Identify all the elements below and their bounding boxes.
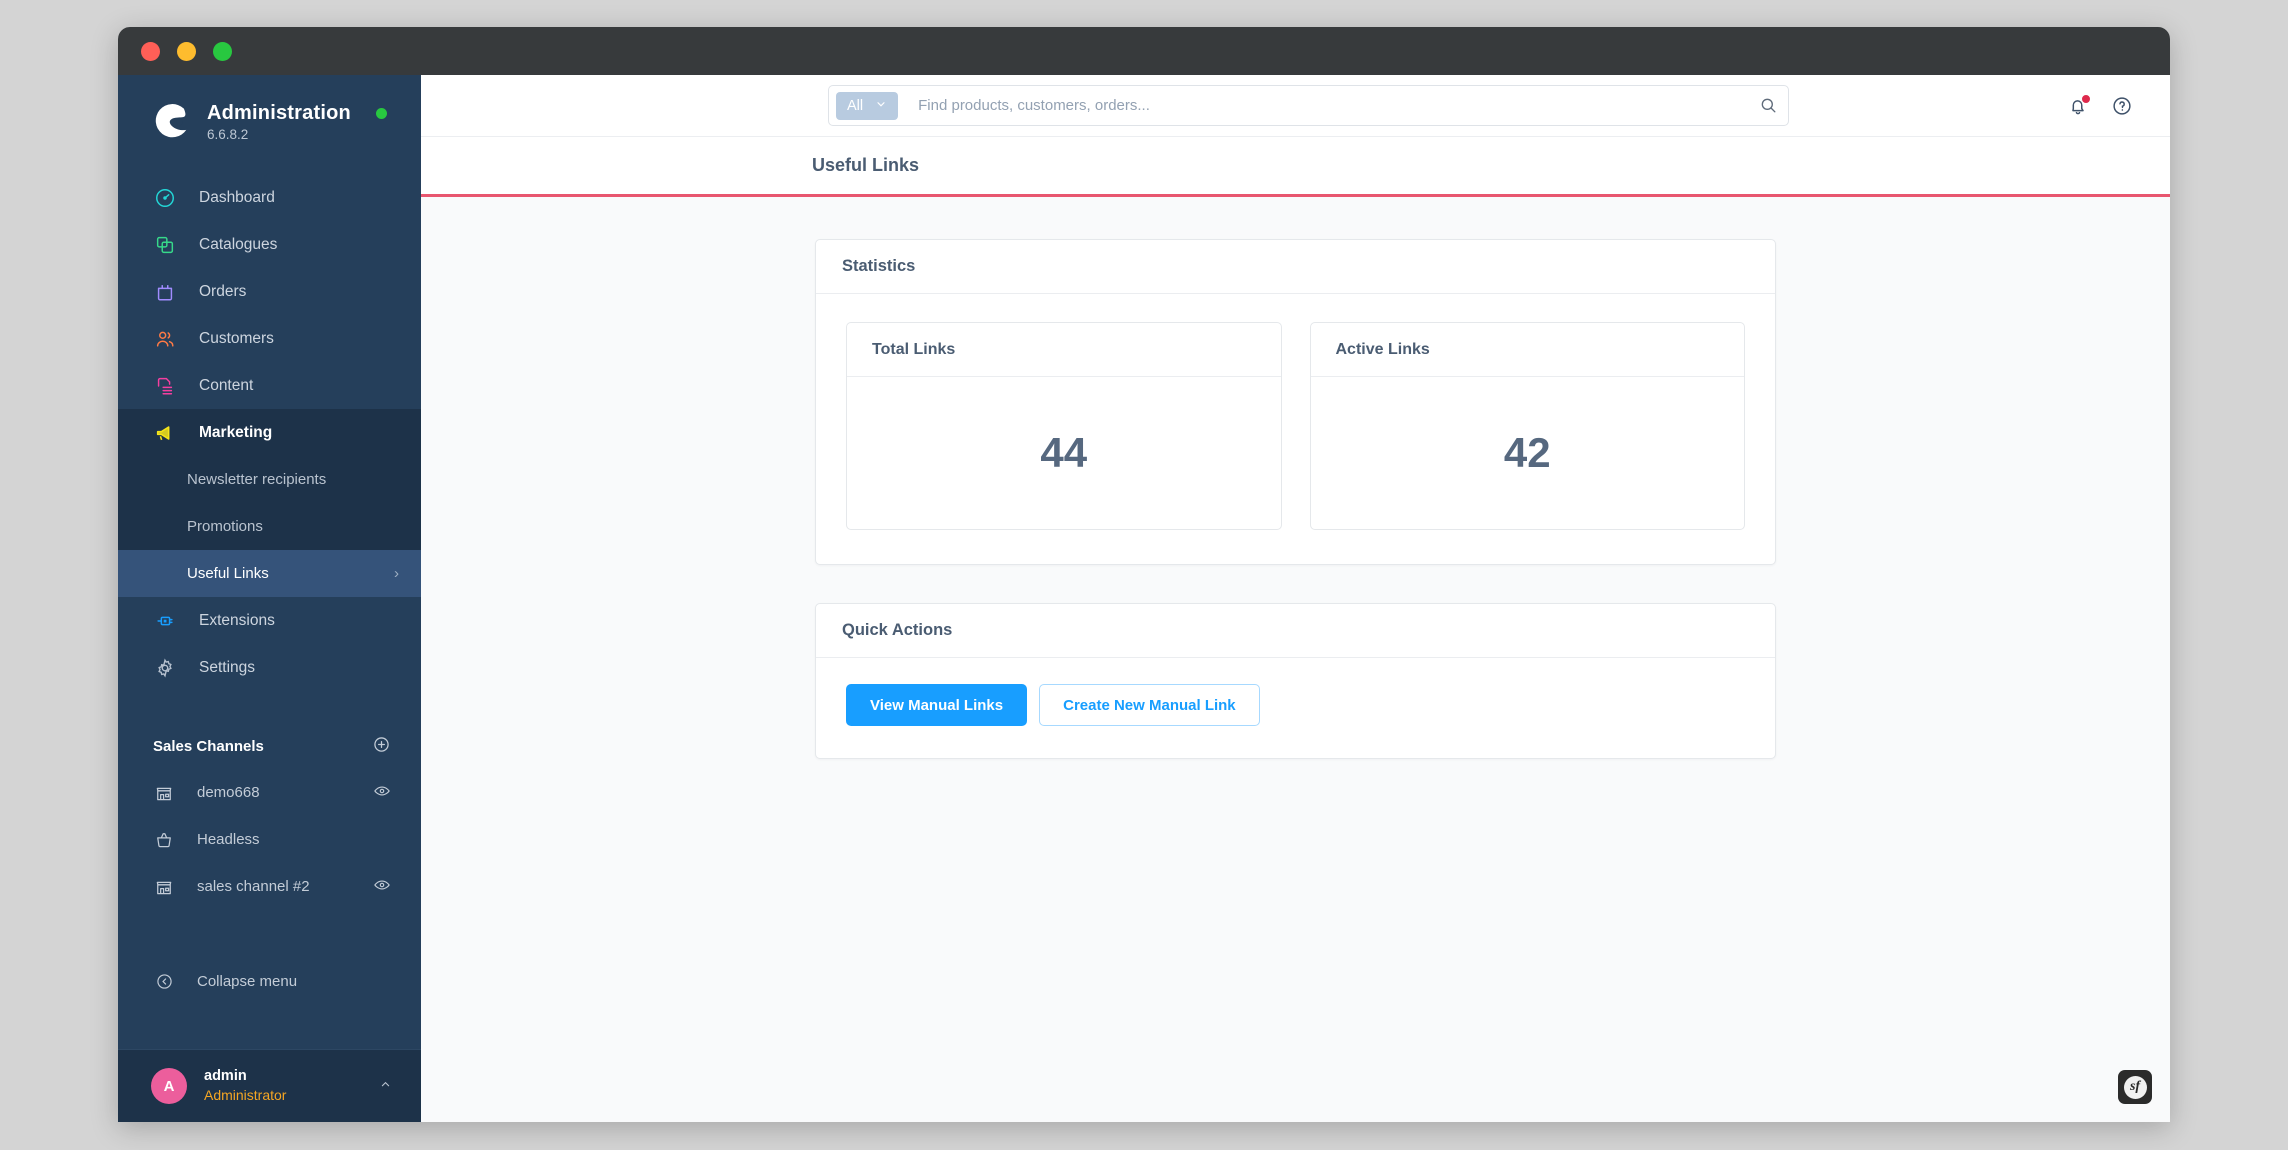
symfony-profiler-badge[interactable]: sf [2118, 1070, 2152, 1104]
plus-circle-icon[interactable] [372, 735, 391, 758]
sidebar-brand[interactable]: Administration 6.6.8.2 [118, 75, 421, 142]
quick-actions-card-title: Quick Actions [816, 604, 1775, 658]
sales-channels-header: Sales Channels [118, 723, 421, 769]
basket-icon [153, 829, 175, 851]
window-close-button[interactable] [141, 41, 160, 61]
stat-value: 42 [1503, 429, 1551, 476]
view-manual-links-button[interactable]: View Manual Links [846, 684, 1028, 726]
storefront-icon [153, 782, 175, 804]
page-content: Statistics Total Links 44 Active Links 4… [421, 197, 2170, 1122]
topbar-actions [2067, 93, 2133, 117]
dashboard-icon [153, 186, 177, 210]
bell-icon[interactable] [2067, 93, 2091, 117]
search-icon[interactable] [1759, 96, 1778, 115]
collapse-left-icon [153, 971, 175, 993]
window-maximize-button[interactable] [213, 41, 232, 61]
collapse-menu-label: Collapse menu [197, 973, 298, 990]
sidebar-item-marketing[interactable]: Marketing [118, 409, 421, 456]
eye-icon[interactable] [373, 782, 391, 804]
content-icon [153, 374, 177, 398]
notification-badge [2081, 93, 2091, 104]
sidebar-item-orders[interactable]: Orders [118, 268, 421, 315]
brand-version: 6.6.8.2 [207, 127, 249, 142]
sidebar-nav: Dashboard Catalogues Orders Customers Co… [118, 174, 421, 691]
sales-channel-label: Headless [197, 831, 260, 848]
sidebar-item-extensions[interactable]: Extensions [118, 597, 421, 644]
sidebar-item-label: Orders [199, 282, 247, 300]
sidebar-item-settings[interactable]: Settings [118, 644, 421, 691]
sidebar-item-customers[interactable]: Customers [118, 315, 421, 362]
create-new-manual-link-button[interactable]: Create New Manual Link [1039, 684, 1260, 726]
sidebar-subitem-newsletter-recipients[interactable]: Newsletter recipients [118, 456, 421, 503]
eye-icon[interactable] [373, 876, 391, 898]
catalogues-icon [153, 233, 177, 257]
sidebar-item-label: Customers [199, 329, 274, 347]
brand-title: Administration [207, 102, 351, 124]
sidebar-item-label: Catalogues [199, 235, 278, 253]
chevron-right-icon: › [394, 565, 399, 582]
chevron-down-icon [875, 98, 887, 113]
chevron-up-icon[interactable] [378, 1077, 393, 1095]
page-title: Useful Links [812, 155, 920, 175]
sidebar-subitem-promotions[interactable]: Promotions [118, 503, 421, 550]
stat-label: Active Links [1310, 323, 1744, 377]
avatar: A [151, 1068, 187, 1104]
search-scope-dropdown[interactable]: All [836, 91, 899, 120]
statistics-card: Statistics Total Links 44 Active Links 4… [815, 239, 1776, 565]
sales-channel-headless[interactable]: Headless [118, 816, 421, 863]
user-menu[interactable]: A admin Administrator [118, 1049, 421, 1122]
stat-label: Total Links [847, 323, 1281, 377]
sales-channel-demo668[interactable]: demo668 [118, 769, 421, 816]
extensions-icon [153, 609, 177, 633]
marketing-icon [153, 421, 177, 445]
page-header: Useful Links [421, 137, 2170, 197]
sidebar-item-dashboard[interactable]: Dashboard [118, 174, 421, 221]
search-scope-label: All [847, 97, 864, 114]
help-circle-icon[interactable] [2111, 95, 2133, 117]
window-minimize-button[interactable] [177, 41, 196, 61]
collapse-menu-button[interactable]: Collapse menu [118, 958, 421, 1005]
status-online-indicator [376, 108, 387, 119]
sales-channels-heading: Sales Channels [153, 737, 264, 755]
sales-channel-sales-channel-2[interactable]: sales channel #2 [118, 863, 421, 910]
sidebar-item-label: Settings [199, 658, 256, 676]
user-role: Administrator [204, 1087, 287, 1104]
shopware-logo-icon [153, 102, 191, 140]
stat-total-links: Total Links 44 [846, 322, 1282, 530]
sidebar-item-label: Dashboard [199, 188, 275, 206]
sales-channel-label: demo668 [197, 784, 260, 801]
marketing-submenu: Newsletter recipients Promotions Useful … [118, 456, 421, 597]
symfony-logo-icon: sf [2123, 1075, 2147, 1099]
statistics-card-title: Statistics [816, 240, 1775, 294]
sidebar-subitem-label: Useful Links [187, 565, 269, 582]
sidebar: Administration 6.6.8.2 Dashboard Catalog… [118, 75, 421, 1122]
sidebar-item-label: Content [199, 376, 254, 394]
sidebar-item-label: Extensions [199, 611, 275, 629]
stat-value: 44 [1040, 429, 1088, 476]
main-area: All Find products, customers, orders... … [421, 75, 2170, 1122]
window-titlebar [118, 27, 2170, 75]
sidebar-subitem-label: Newsletter recipients [187, 471, 327, 488]
global-search[interactable]: All [828, 85, 1789, 126]
stat-active-links: Active Links 42 [1309, 322, 1745, 530]
storefront-icon [153, 876, 175, 898]
sidebar-subitem-label: Promotions [187, 518, 263, 535]
topbar: All [421, 75, 2170, 137]
quick-actions-card: Quick Actions View Manual Links Create N… [815, 603, 1776, 759]
customers-icon [153, 327, 177, 351]
search-input[interactable] [898, 97, 1759, 114]
sidebar-item-label: Marketing [199, 423, 273, 441]
gear-icon [153, 656, 177, 680]
sidebar-item-content[interactable]: Content [118, 362, 421, 409]
browser-window: Administration 6.6.8.2 Dashboard Catalog… [118, 27, 2170, 1122]
sidebar-subitem-useful-links[interactable]: Useful Links › [118, 550, 421, 597]
sidebar-item-catalogues[interactable]: Catalogues [118, 221, 421, 268]
sales-channel-label: sales channel #2 [197, 878, 310, 895]
user-name: admin [204, 1068, 247, 1085]
orders-icon [153, 280, 177, 304]
